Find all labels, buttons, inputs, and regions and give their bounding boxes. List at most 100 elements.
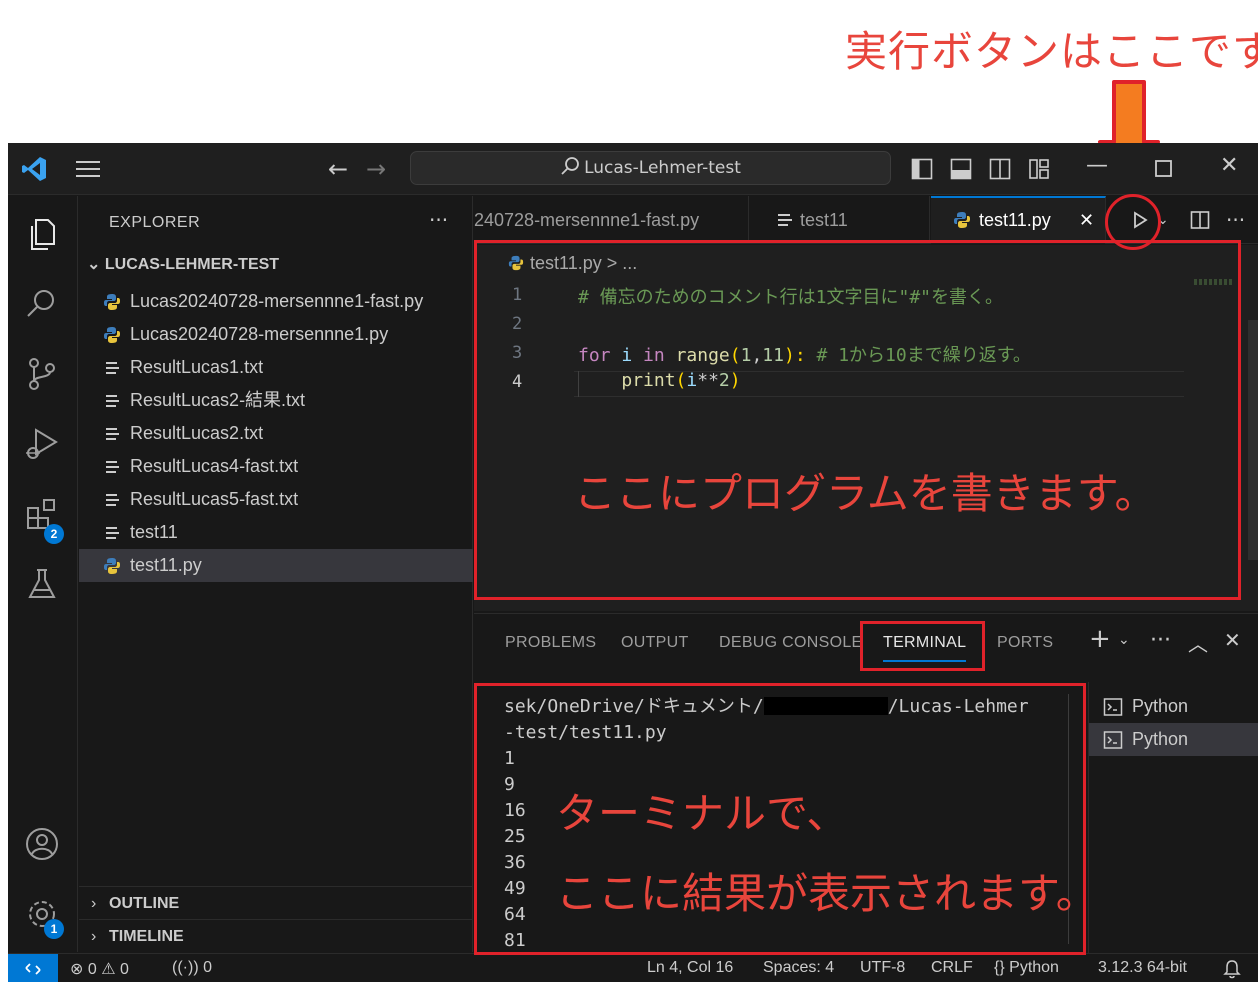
workspace-root-folder[interactable]: ⌄ LUCAS-LEHMER-TEST: [87, 254, 279, 274]
file-item[interactable]: test11: [79, 516, 473, 549]
run-button-annotation: 実行ボタンはここです。: [845, 27, 1258, 76]
python-file-icon: [954, 212, 970, 228]
braces-icon: {}: [994, 959, 1005, 976]
title-bar: ← → Lucas-Lehmer-test — ✕: [8, 143, 1258, 195]
language-mode[interactable]: {} Python: [994, 959, 1059, 977]
maximize-panel-chevron-up-icon[interactable]: ︿: [1188, 628, 1208, 657]
search-icon[interactable]: [22, 284, 62, 324]
language-label: Python: [1009, 959, 1059, 976]
tab-test11-py[interactable]: test11.py ✕: [931, 196, 1106, 244]
close-window-icon[interactable]: ✕: [1220, 153, 1238, 178]
terminal-item-label: Python: [1132, 729, 1189, 749]
terminal-item-python-active[interactable]: Python: [1089, 723, 1258, 756]
explorer-icon[interactable]: [22, 214, 62, 254]
close-panel-icon[interactable]: ✕: [1224, 628, 1241, 652]
chevron-right-icon: ›: [91, 928, 97, 945]
file-name: ResultLucas5-fast.txt: [130, 489, 299, 509]
file-name: ResultLucas1.txt: [130, 357, 264, 377]
notifications-bell-icon[interactable]: [1223, 959, 1241, 979]
python-file-icon: [104, 294, 120, 310]
editor-more-actions[interactable]: ···: [1226, 208, 1245, 232]
tab-debug-console[interactable]: DEBUG CONSOLE: [719, 634, 863, 652]
back-arrow-icon[interactable]: ←: [328, 155, 348, 183]
warning-count: 0: [120, 961, 129, 978]
file-name: Lucas20240728-mersennne1.py: [130, 324, 389, 344]
line-endings[interactable]: CRLF: [931, 959, 973, 977]
tab-label: test11: [800, 210, 848, 230]
file-item[interactable]: ResultLucas2-結果.txt: [79, 384, 473, 417]
encoding[interactable]: UTF-8: [860, 959, 905, 977]
tab-ports[interactable]: PORTS: [997, 634, 1053, 652]
status-bar: ⊗ 0 ⚠ 0 ((·)) 0 Ln 4, Col 16 Spaces: 4 U…: [8, 953, 1258, 982]
run-and-debug-icon[interactable]: [22, 424, 62, 464]
source-control-icon[interactable]: [22, 354, 62, 394]
vscode-logo-icon: [22, 157, 46, 181]
remote-icon: [25, 963, 41, 975]
file-item[interactable]: Lucas20240728-mersennne1-fast.py: [79, 285, 473, 318]
terminal-icon: [1103, 698, 1123, 716]
text-file-icon: [106, 395, 119, 407]
toggle-panel-icon[interactable]: [950, 158, 972, 180]
terminal-icon: [1103, 731, 1123, 749]
explorer-title: EXPLORER: [109, 214, 201, 231]
new-terminal-plus-icon[interactable]: +: [1089, 624, 1111, 654]
explorer-sidebar: EXPLORER ··· ⌄ LUCAS-LEHMER-TEST Lucas20…: [79, 196, 473, 952]
python-file-icon: [104, 558, 120, 574]
file-item[interactable]: test11.py: [79, 549, 473, 582]
toggle-sidebar-icon[interactable]: [911, 158, 933, 180]
split-editor-icon[interactable]: [1190, 210, 1210, 230]
extensions-badge: 2: [44, 524, 64, 544]
problems-indicator[interactable]: ⊗ 0 ⚠ 0: [70, 959, 129, 979]
tab-label: test11.py: [979, 210, 1051, 230]
activity-bar: 2 1: [8, 196, 78, 952]
text-file-icon: [106, 527, 119, 539]
file-item[interactable]: ResultLucas5-fast.txt: [79, 483, 473, 516]
terminal-item-python[interactable]: Python: [1089, 690, 1258, 723]
timeline-section[interactable]: › TIMELINE: [79, 919, 473, 952]
cursor-position[interactable]: Ln 4, Col 16: [647, 959, 733, 977]
search-icon: [561, 157, 579, 175]
text-file-icon: [106, 428, 119, 440]
terminal-dropdown-chevron-icon[interactable]: ⌄: [1118, 632, 1130, 648]
tab-mersenne-fast[interactable]: 240728-mersennne1-fast.py: [474, 196, 749, 244]
explorer-more-actions[interactable]: ···: [429, 208, 448, 232]
accounts-icon[interactable]: [22, 824, 62, 864]
panel-more-actions[interactable]: ···: [1150, 628, 1171, 653]
tab-problems[interactable]: PROBLEMS: [505, 634, 596, 652]
python-interpreter[interactable]: 3.12.3 64-bit: [1098, 959, 1187, 977]
python-file-icon: [104, 327, 120, 343]
file-item[interactable]: Lucas20240728-mersennne1.py: [79, 318, 473, 351]
tab-close-icon[interactable]: ✕: [1079, 198, 1094, 242]
menu-icon[interactable]: [74, 157, 102, 181]
vscode-window: ← → Lucas-Lehmer-test — ✕ 2 1 EXPLORER ·…: [8, 143, 1258, 982]
outline-section[interactable]: › OUTLINE: [79, 886, 473, 919]
forward-arrow-icon[interactable]: →: [366, 155, 386, 183]
minimize-icon[interactable]: —: [1086, 153, 1108, 178]
terminal-item-label: Python: [1132, 696, 1189, 716]
testing-flask-icon[interactable]: [22, 564, 62, 604]
tab-output[interactable]: OUTPUT: [621, 634, 689, 652]
run-button-highlight-circle: [1105, 194, 1161, 250]
ports-indicator[interactable]: ((·)) 0: [172, 959, 212, 977]
command-center-search[interactable]: Lucas-Lehmer-test: [410, 151, 891, 185]
root-folder-label: LUCAS-LEHMER-TEST: [104, 256, 280, 273]
editor-scrollbar[interactable]: [1248, 320, 1258, 560]
file-item[interactable]: ResultLucas2.txt: [79, 417, 473, 450]
error-icon: ⊗: [70, 961, 84, 978]
settings-badge: 1: [44, 919, 64, 939]
tab-test11[interactable]: test11: [750, 196, 930, 244]
warning-icon: ⚠: [101, 961, 116, 978]
ports-count: 0: [203, 959, 212, 976]
toggle-secondary-sidebar-icon[interactable]: [989, 158, 1011, 180]
file-item[interactable]: ResultLucas4-fast.txt: [79, 450, 473, 483]
indentation[interactable]: Spaces: 4: [763, 959, 834, 977]
file-name: test11.py: [130, 555, 202, 575]
customize-layout-icon[interactable]: [1028, 158, 1050, 180]
text-file-icon: [106, 362, 119, 374]
remote-indicator[interactable]: [8, 954, 58, 982]
maximize-icon[interactable]: [1153, 158, 1175, 180]
file-item[interactable]: ResultLucas1.txt: [79, 351, 473, 384]
text-file-icon: [778, 214, 792, 226]
chevron-right-icon: ›: [91, 895, 97, 912]
file-name: test11: [130, 522, 178, 542]
